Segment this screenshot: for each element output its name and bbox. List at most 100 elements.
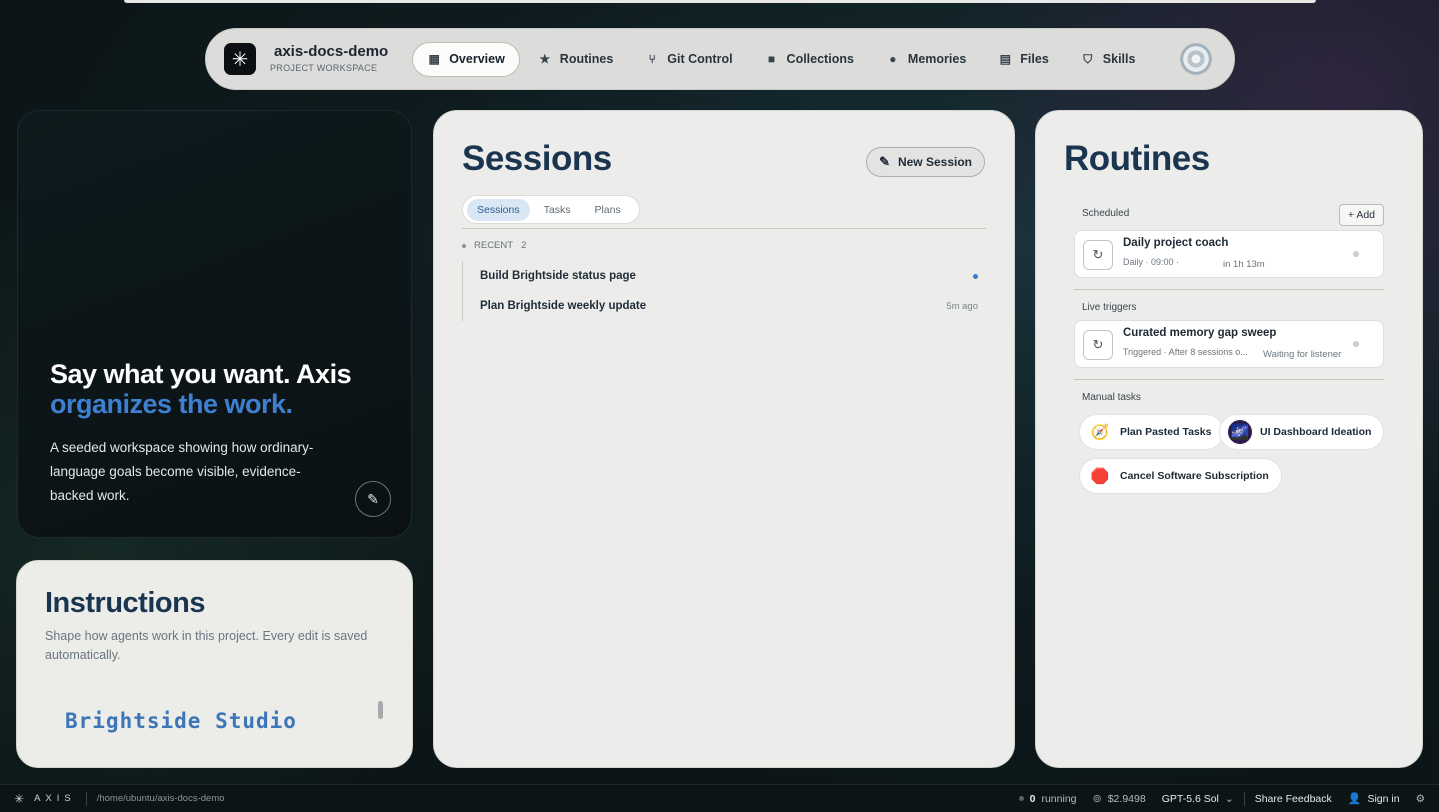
share-feedback-link[interactable]: Share Feedback <box>1255 793 1332 805</box>
workspace-path: /home/ubuntu/axis-docs-demo <box>96 793 225 804</box>
segment-sessions[interactable]: Sessions <box>467 198 530 221</box>
tab-label: Overview <box>449 52 505 66</box>
session-title: Plan Brightside weekly update <box>480 300 647 312</box>
top-navbar: ✳ axis-docs-demo PROJECT WORKSPACE ▦ Ove… <box>205 28 1235 90</box>
chevron-down-icon: ⌄ <box>1224 792 1234 805</box>
brain-icon: ● <box>889 52 897 66</box>
feedback-label: Share Feedback <box>1254 792 1332 805</box>
project-name: axis-docs-demo <box>274 42 389 60</box>
chip-label: Plan Pasted Tasks <box>1120 426 1212 438</box>
running-count: 0 <box>1029 792 1036 805</box>
hero-description: A seeded workspace showing how ordinary-… <box>50 440 314 503</box>
routines-divider <box>1074 289 1384 290</box>
new-session-button[interactable]: ✎ New Session <box>866 147 985 177</box>
routines-panel: Routines Scheduled + Add ↻ Daily project… <box>1035 110 1423 768</box>
avatar[interactable] <box>1180 43 1212 75</box>
active-dot-icon <box>973 273 978 279</box>
new-session-label: New Session <box>897 155 972 169</box>
tab-files[interactable]: ▤ Files <box>984 42 1063 77</box>
sign-in-button[interactable]: 👤 Sign in <box>1347 792 1400 806</box>
hero-title-line1: Say what you want. Axis <box>50 359 352 389</box>
tab-label: Collections <box>786 52 854 66</box>
routine-next-run: in 1h 13m <box>1223 259 1265 270</box>
instructions-title: Instructions <box>45 587 205 619</box>
git-branch-icon: ⑂ <box>648 52 656 66</box>
model-name: GPT-5.6 Sol <box>1161 792 1219 805</box>
model-selector[interactable]: GPT-5.6 Sol ⌄ <box>1162 793 1234 805</box>
edit-hero-button[interactable]: ✎ <box>355 481 391 517</box>
statusbar-brand[interactable]: ✳ AXIS <box>14 792 76 806</box>
gear-icon: ⚙ <box>1415 792 1425 805</box>
galaxy-icon: 🌌 <box>1228 420 1252 444</box>
routine-card-scheduled[interactable]: ↻ Daily project coach Daily · 09:00 · in… <box>1074 230 1384 278</box>
manual-task-cancel-subscription[interactable]: 🛑 Cancel Software Subscription <box>1079 458 1282 494</box>
refresh-icon: ↻ <box>1083 330 1113 360</box>
tab-skills[interactable]: ⛉ Skills <box>1067 42 1150 77</box>
sessions-panel: Sessions ✎ New Session Sessions Tasks Pl… <box>433 110 1015 768</box>
refresh-icon: ↻ <box>1083 240 1113 270</box>
sessions-segmented-control: Sessions Tasks Plans <box>462 195 640 224</box>
grid-icon: ▦ <box>428 52 440 66</box>
instructions-preview[interactable]: Brightside Studio <box>65 709 297 733</box>
recent-header: RECENT 2 <box>462 240 526 251</box>
session-list: Build Brightside status page Plan Bright… <box>462 261 978 321</box>
hero-title-line2: organizes the work. <box>50 389 293 419</box>
cost-value: $2.9498 <box>1107 792 1146 805</box>
statusbar-right: 0 running ⊚ $2.9498 GPT-5.6 Sol ⌄ Share … <box>1003 791 1425 806</box>
cost-indicator[interactable]: ⊚ $2.9498 <box>1092 792 1146 806</box>
tab-collections[interactable]: ■ Collections <box>751 42 868 77</box>
pencil-icon: ✎ <box>367 490 379 507</box>
settings-button[interactable]: ⚙ <box>1416 793 1425 805</box>
routine-card-live[interactable]: ↻ Curated memory gap sweep Triggered · A… <box>1074 320 1384 368</box>
status-dot-icon <box>1353 341 1359 347</box>
status-dot-icon <box>1018 796 1024 801</box>
segment-tasks[interactable]: Tasks <box>534 199 581 221</box>
statusbar-separator <box>85 791 87 806</box>
hero-title: Say what you want. Axis organizes the wo… <box>50 359 352 419</box>
recent-label: RECENT <box>474 240 514 251</box>
compass-icon: 🧭 <box>1090 424 1110 441</box>
add-routine-button[interactable]: + Add <box>1338 204 1384 226</box>
running-indicator[interactable]: 0 running <box>1018 792 1077 805</box>
top-strip <box>124 0 1316 3</box>
tab-label: Git Control <box>667 52 733 66</box>
instructions-description: Shape how agents work in this project. E… <box>45 629 368 662</box>
tab-label: Skills <box>1102 52 1136 66</box>
tab-label: Memories <box>907 52 967 66</box>
tab-overview[interactable]: ▦ Overview <box>412 41 520 77</box>
project-header[interactable]: axis-docs-demo PROJECT WORKSPACE <box>270 42 389 74</box>
chip-label: UI Dashboard Ideation <box>1260 426 1372 438</box>
list-item[interactable]: Build Brightside status page <box>480 261 978 291</box>
axis-logo-icon[interactable]: ✳ <box>224 43 256 75</box>
user-icon: 👤 <box>1347 793 1362 805</box>
coins-icon: ⊚ <box>1092 793 1102 805</box>
sessions-divider <box>462 228 986 229</box>
manual-task-ui-dashboard[interactable]: 🌌 UI Dashboard Ideation <box>1219 414 1385 450</box>
manual-tasks-label: Manual tasks <box>1082 392 1141 403</box>
instructions-card: Instructions Shape how agents work in th… <box>16 560 413 768</box>
edit-square-icon: ✎ <box>879 154 890 169</box>
status-bar: ✳ AXIS /home/ubuntu/axis-docs-demo 0 run… <box>0 784 1439 812</box>
instructions-scrollbar[interactable] <box>378 701 383 719</box>
recent-count: 2 <box>521 240 527 251</box>
sign-in-label: Sign in <box>1367 792 1400 805</box>
tab-label: Routines <box>559 52 614 66</box>
routines-title: Routines <box>1064 139 1210 178</box>
session-time: 5m ago <box>946 300 978 312</box>
stop-sign-icon: 🛑 <box>1090 468 1110 485</box>
tab-git-control[interactable]: ⑂ Git Control <box>631 42 746 77</box>
project-subtitle: PROJECT WORKSPACE <box>270 63 378 74</box>
segment-plans[interactable]: Plans <box>584 199 630 221</box>
routine-meta: Daily · 09:00 · <box>1123 257 1180 267</box>
brand-label: AXIS <box>34 793 76 804</box>
routine-title: Curated memory gap sweep <box>1123 327 1277 339</box>
routines-divider <box>1074 379 1384 380</box>
tab-routines[interactable]: ★ Routines <box>524 42 627 77</box>
manual-task-plan-pasted[interactable]: 🧭 Plan Pasted Tasks <box>1079 414 1225 450</box>
status-dot-icon <box>1353 251 1359 257</box>
list-item[interactable]: Plan Brightside weekly update 5m ago <box>480 291 978 321</box>
tab-label: Files <box>1020 52 1049 66</box>
running-label: running <box>1041 792 1077 805</box>
star-icon: ★ <box>539 52 551 66</box>
tab-memories[interactable]: ● Memories <box>872 42 980 77</box>
